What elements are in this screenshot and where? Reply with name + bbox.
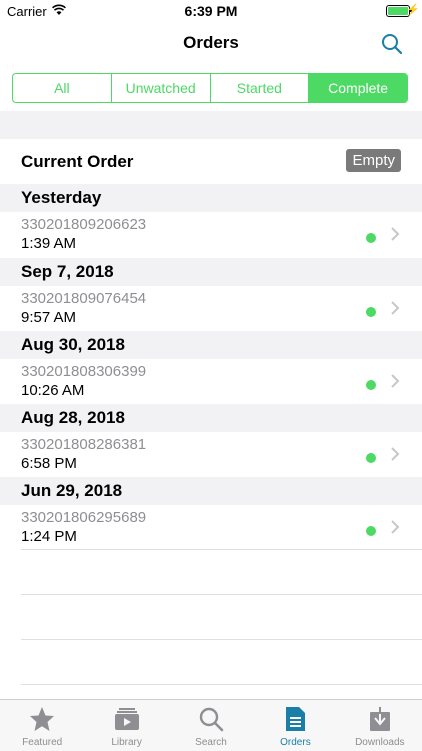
section-date: Aug 30, 2018 (21, 335, 125, 354)
order-row[interactable]: 330201809206623 1:39 AM (0, 212, 422, 257)
row-separator (21, 594, 422, 595)
chevron-right-icon (391, 447, 400, 461)
complete-status-dot (366, 233, 376, 243)
tab-label: Downloads (355, 737, 405, 748)
section-header: Sep 7, 2018 (0, 258, 422, 286)
complete-status-dot (366, 526, 376, 536)
complete-status-dot (366, 453, 376, 463)
chevron-right-icon (391, 374, 400, 388)
charging-icon: ⚡ (406, 4, 420, 16)
page-title: Orders (183, 33, 239, 52)
order-time: 1:24 PM (21, 528, 77, 545)
chevron-right-icon (391, 301, 400, 315)
tab-library[interactable]: Library (84, 700, 168, 751)
search-icon[interactable] (380, 32, 404, 56)
order-number: 330201806295689 (21, 509, 147, 526)
section-spacer (0, 111, 422, 139)
tab-bar: Featured Library Search Orders Downloads (0, 699, 422, 751)
section-date: Aug 28, 2018 (21, 408, 125, 427)
order-number: 330201808286381 (21, 436, 147, 453)
row-separator (21, 639, 422, 640)
order-time: 10:26 AM (21, 382, 85, 399)
status-bar: Carrier 6:39 PM ⚡ (0, 0, 422, 22)
segment-complete[interactable]: Complete (309, 74, 407, 102)
section-header: Yesterday (0, 184, 422, 212)
section-header: Jun 29, 2018 (0, 477, 422, 505)
tab-label: Library (111, 737, 142, 748)
order-row[interactable]: 330201808306399 10:26 AM (0, 359, 422, 404)
order-time: 6:58 PM (21, 455, 77, 472)
section-date: Yesterday (21, 188, 102, 207)
tab-downloads[interactable]: Downloads (338, 700, 422, 751)
order-row[interactable]: 330201809076454 9:57 AM (0, 286, 422, 331)
download-icon (369, 707, 390, 731)
order-time: 9:57 AM (21, 309, 77, 326)
navigation-bar: Orders (0, 22, 422, 66)
chevron-right-icon (391, 520, 400, 534)
tab-search[interactable]: Search (169, 700, 253, 751)
search-icon (199, 707, 224, 732)
segment-unwatched[interactable]: Unwatched (112, 74, 211, 102)
tab-label: Search (195, 737, 227, 748)
complete-status-dot (366, 380, 376, 390)
current-order-status-badge: Empty (346, 149, 401, 172)
complete-status-dot (366, 307, 376, 317)
order-time: 1:39 AM (21, 235, 77, 252)
section-date: Sep 7, 2018 (21, 262, 114, 281)
section-header: Aug 30, 2018 (0, 331, 422, 359)
order-number: 330201808306399 (21, 363, 147, 380)
current-order-label: Current Order (21, 152, 134, 171)
document-icon (286, 707, 306, 731)
order-filter-segmented-control: All Unwatched Started Complete (12, 73, 408, 103)
current-order-row: Current Order Empty (0, 139, 422, 183)
order-row[interactable]: 330201808286381 6:58 PM (0, 432, 422, 477)
status-time: 6:39 PM (184, 3, 238, 19)
chevron-right-icon (391, 227, 400, 241)
tab-label: Featured (22, 737, 63, 748)
tab-orders[interactable]: Orders (253, 700, 337, 751)
order-row[interactable]: 330201806295689 1:24 PM (0, 505, 422, 550)
row-separator (21, 684, 422, 685)
library-icon (114, 708, 139, 730)
segment-started[interactable]: Started (211, 74, 310, 102)
order-number: 330201809076454 (21, 290, 147, 307)
row-separator (21, 549, 422, 550)
section-header: Aug 28, 2018 (0, 404, 422, 432)
section-date: Jun 29, 2018 (21, 481, 123, 500)
segment-all[interactable]: All (13, 74, 112, 102)
tab-featured[interactable]: Featured (0, 700, 84, 751)
star-icon (30, 707, 55, 731)
order-number: 330201809206623 (21, 216, 147, 233)
tab-label: Orders (280, 737, 311, 748)
